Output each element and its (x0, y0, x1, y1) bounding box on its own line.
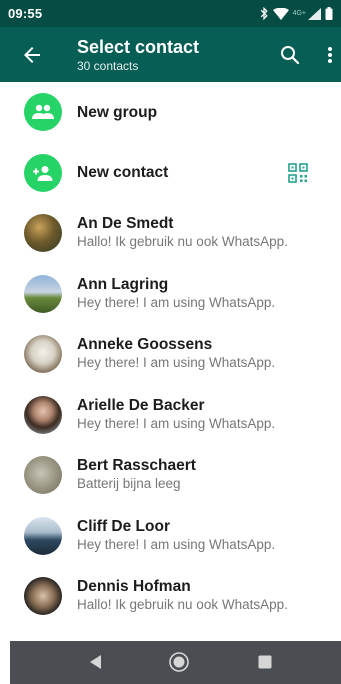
contact-name: An De Smedt (77, 215, 174, 232)
signal-icon (308, 7, 321, 20)
status-bar: 09:55 4G+ (0, 0, 341, 27)
contact-status: Hallo! Ik gebruik nu ook WhatsApp. (77, 234, 288, 249)
recents-square-icon[interactable] (255, 652, 275, 672)
group-add-icon (24, 93, 62, 131)
more-vert-icon[interactable] (318, 43, 341, 67)
back-arrow-icon[interactable] (20, 43, 44, 67)
avatar (24, 214, 62, 252)
home-circle-icon[interactable] (168, 651, 190, 673)
new-group-button[interactable]: New group (0, 82, 341, 143)
contact-row[interactable]: Cliff De Loor Hey there! I am using What… (0, 506, 341, 567)
contact-text: Arielle De Backer Hey there! I am using … (77, 396, 331, 433)
contact-name: Arielle De Backer (77, 396, 205, 414)
avatar (24, 395, 62, 434)
contact-name: Anneke Goossens (77, 336, 213, 353)
contact-status: Hallo! Ik gebruik nu ook WhatsApp. (77, 597, 288, 612)
contact-row[interactable]: Dennis Hofman Hallo! Ik gebruik nu ook W… (0, 566, 341, 627)
contact-count: 30 contacts (77, 59, 139, 73)
contact-row[interactable]: Anneke Goossens Hey there! I am using Wh… (0, 324, 341, 385)
contact-text: Bert Rasschaert Batterij bijna leeg (77, 456, 331, 493)
search-icon[interactable] (278, 43, 302, 67)
wifi-icon (272, 7, 289, 20)
screen: 09:55 4G+ Select contact 30 contacts New… (0, 0, 341, 684)
battery-icon (325, 7, 333, 20)
new-contact-button[interactable]: New contact (0, 143, 341, 204)
status-icons: 4G+ (259, 7, 333, 20)
contact-text: Ann Lagring Hey there! I am using WhatsA… (77, 275, 331, 312)
network-type-label: 4G+ (292, 10, 306, 17)
avatar (24, 456, 62, 494)
contact-text: Dennis Hofman Hallo! Ik gebruik nu ook W… (77, 577, 331, 614)
new-group-label: New group (77, 103, 158, 121)
avatar (24, 577, 62, 615)
contact-text: Cliff De Loor Hey there! I am using What… (77, 517, 331, 554)
new-group-text: New group (77, 82, 331, 143)
title-block: Select contact 30 contacts (77, 36, 199, 74)
contact-text: Anneke Goossens Hey there! I am using Wh… (77, 335, 331, 372)
contact-list: New group New contact An De Smedt Hallo!… (0, 82, 341, 627)
app-bar: Select contact 30 contacts (0, 27, 341, 82)
avatar (24, 274, 62, 313)
contact-name: Dennis Hofman (77, 578, 191, 595)
contact-row[interactable]: Bert Rasschaert Batterij bijna leeg (0, 445, 341, 506)
contact-status: Batterij bijna leeg (77, 476, 181, 491)
qr-code-icon[interactable] (288, 162, 308, 183)
contact-name: Cliff De Loor (77, 517, 170, 535)
contact-text: An De Smedt Hallo! Ik gebruik nu ook Wha… (77, 214, 331, 251)
status-time: 09:55 (8, 6, 43, 21)
contact-status: Hey there! I am using WhatsApp. (77, 294, 276, 310)
back-triangle-icon[interactable] (86, 652, 106, 672)
contact-status: Hey there! I am using WhatsApp. (77, 536, 276, 552)
avatar (24, 335, 62, 373)
contact-status: Hey there! I am using WhatsApp. (77, 355, 276, 370)
contact-name: Ann Lagring (77, 275, 169, 293)
contact-row[interactable]: An De Smedt Hallo! Ik gebruik nu ook Wha… (0, 203, 341, 264)
contact-status: Hey there! I am using WhatsApp. (77, 415, 276, 431)
contact-row[interactable]: Arielle De Backer Hey there! I am using … (0, 385, 341, 446)
bluetooth-icon (259, 7, 269, 20)
person-add-icon (24, 153, 62, 192)
new-contact-label: New contact (77, 164, 169, 182)
page-title: Select contact (77, 37, 200, 57)
avatar (24, 516, 62, 555)
contact-row[interactable]: Ann Lagring Hey there! I am using WhatsA… (0, 264, 341, 325)
contact-name: Bert Rasschaert (77, 457, 196, 474)
navigation-bar (10, 641, 341, 684)
